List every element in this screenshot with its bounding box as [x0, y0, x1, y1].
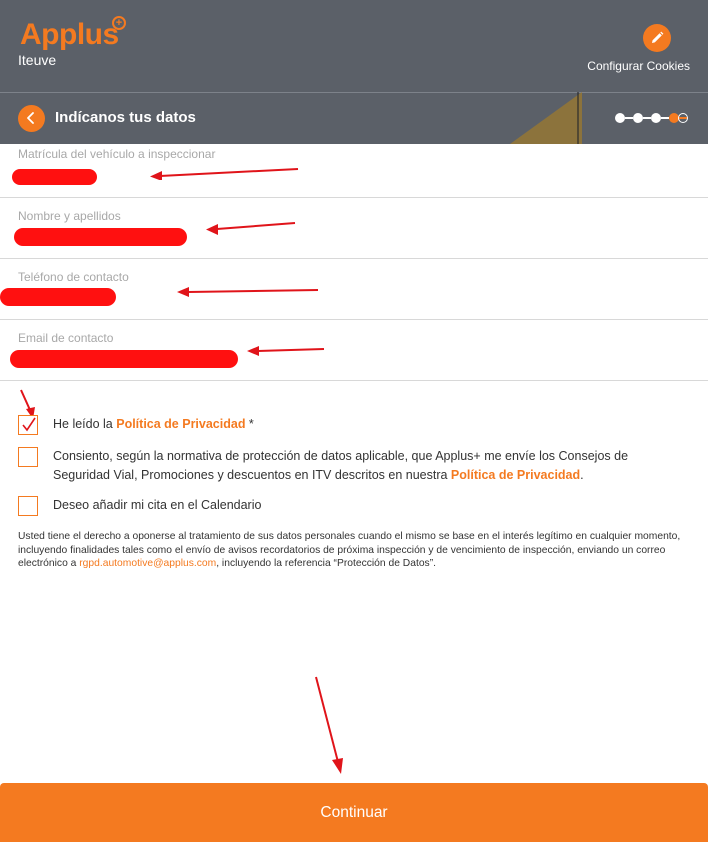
plate-label: Matrícula del vehículo a inspeccionar	[18, 147, 216, 161]
logo-text: Applus	[20, 18, 119, 51]
privacy-checkbox[interactable]	[18, 415, 38, 435]
consent-policy-link[interactable]: Política de Privacidad	[451, 468, 580, 482]
privacy-email-link[interactable]: rgpd.automotive@applus.com	[79, 558, 216, 569]
step-connector	[661, 117, 669, 119]
privacy-text: He leído la Política de Privacidad *	[53, 417, 254, 431]
privacy-policy-link[interactable]: Política de Privacidad	[116, 417, 245, 431]
step-dot-5	[678, 113, 688, 123]
continue-button[interactable]: Continuar	[0, 783, 708, 842]
consent-text: Consiento, según la normativa de protecc…	[53, 449, 629, 482]
background-decoration-line	[577, 92, 579, 144]
page-title: Indícanos tus datos	[55, 109, 196, 126]
chevron-left-icon	[27, 112, 34, 124]
calendar-text: Deseo añadir mi cita en el Calendario	[53, 498, 262, 512]
name-label: Nombre y apellidos	[18, 209, 121, 223]
pencil-icon	[643, 24, 671, 52]
phone-label: Teléfono de contacto	[18, 270, 129, 284]
legal-notice: Usted tiene el derecho a oponerse al tra…	[18, 531, 681, 569]
back-button[interactable]	[18, 105, 45, 132]
logo-plus-icon: +	[112, 16, 126, 30]
checkmark-icon	[22, 417, 36, 432]
configure-cookies-button[interactable]: Configurar Cookies	[580, 24, 690, 74]
brand-subtitle: Iteuve	[18, 52, 57, 68]
step-connector	[625, 117, 633, 119]
redaction-mark	[0, 288, 116, 306]
annotation-arrow	[315, 676, 343, 774]
consent-checkbox[interactable]	[18, 447, 38, 467]
step-dot-2	[633, 113, 643, 123]
step-connector	[643, 117, 651, 119]
cookies-label: Configurar Cookies	[587, 59, 690, 73]
privacy-check-row: He leído la Política de Privacidad *	[18, 415, 418, 435]
step-dot-1	[615, 113, 625, 123]
background-decoration	[510, 92, 582, 144]
consent-check-row: Consiento, según la normativa de protecc…	[18, 447, 690, 487]
redaction-mark	[10, 350, 238, 368]
redaction-mark	[14, 228, 187, 246]
plate-field[interactable]: Matrícula del vehículo a inspeccionar	[0, 144, 708, 198]
redaction-mark	[12, 169, 97, 185]
calendar-checkbox[interactable]	[18, 496, 38, 516]
calendar-check-row: Deseo añadir mi cita en el Calendario	[18, 496, 418, 516]
applus-logo[interactable]: Applus +	[20, 16, 126, 52]
step-dot-3	[651, 113, 661, 123]
email-label: Email de contacto	[18, 331, 114, 345]
